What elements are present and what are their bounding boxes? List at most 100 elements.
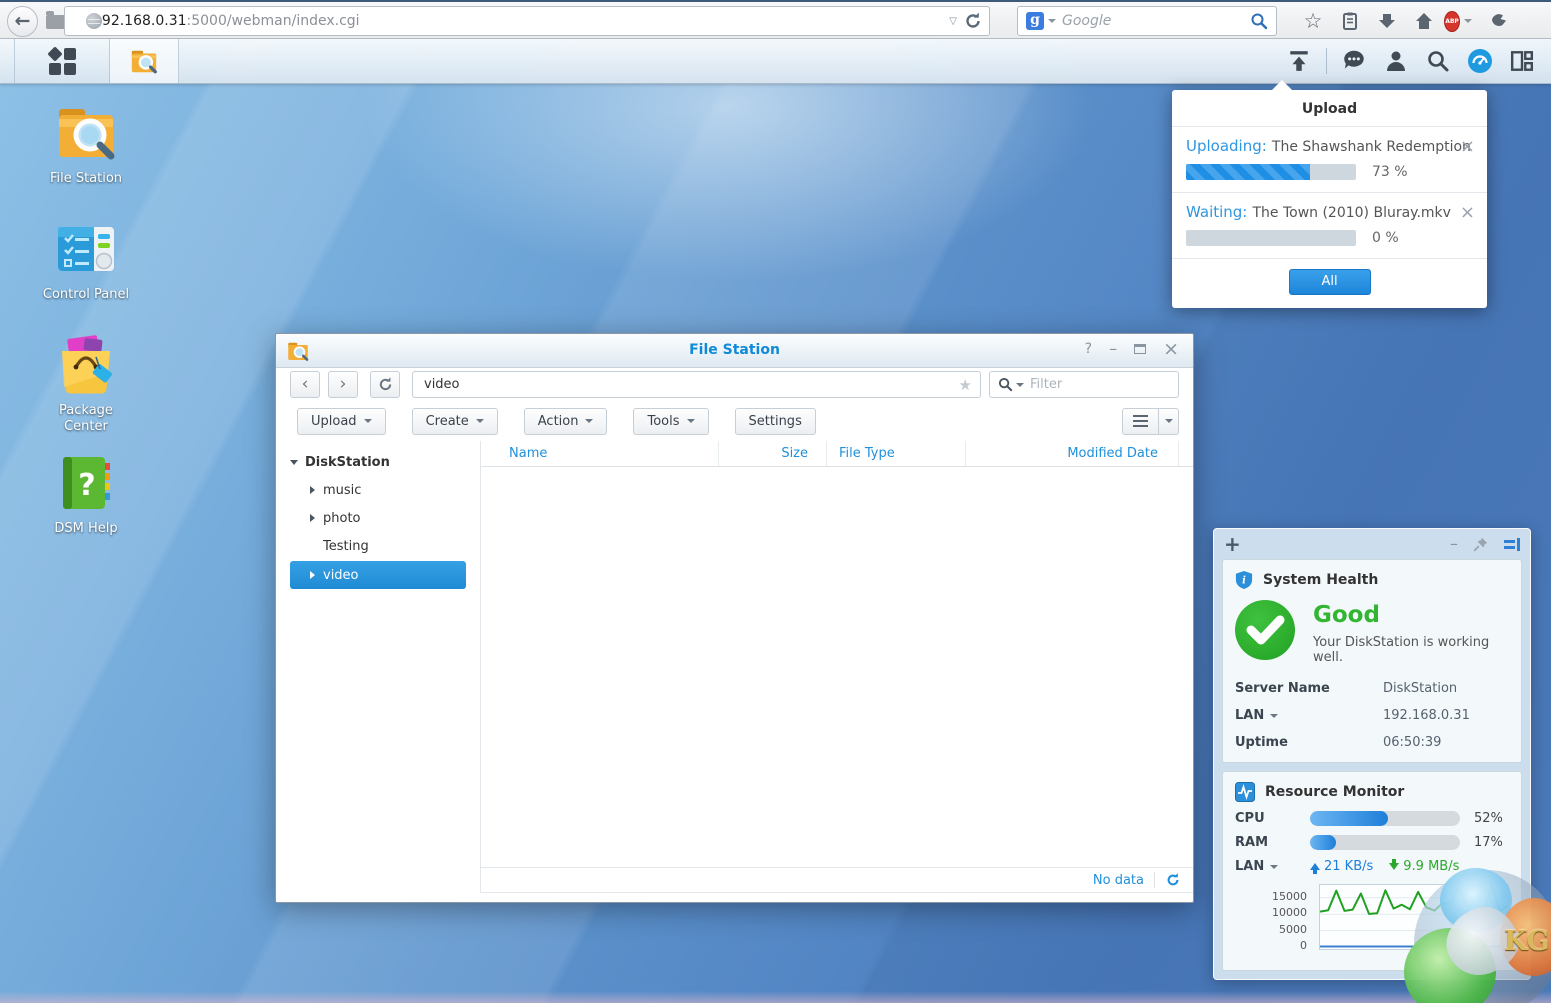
upload-queue-icon[interactable] xyxy=(1284,46,1314,76)
search-go-icon[interactable] xyxy=(1250,12,1268,30)
taskbar-spacer xyxy=(0,39,15,83)
dsm-taskbar xyxy=(0,39,1551,84)
tree-item-testing[interactable]: Testing xyxy=(276,532,480,560)
chart-plot-area xyxy=(1319,884,1509,950)
lan-label[interactable]: LAN xyxy=(1235,859,1310,874)
cancel-upload-icon[interactable]: × xyxy=(1460,204,1475,222)
adblock-caret-icon[interactable] xyxy=(1463,19,1472,23)
file-station-icon xyxy=(54,101,118,165)
upload-all-button[interactable]: All xyxy=(1288,269,1371,295)
desktop-icon-file-station[interactable]: File Station xyxy=(31,101,141,187)
column-header-size[interactable]: Size xyxy=(719,441,827,466)
bookmark-star-icon[interactable]: ☆ xyxy=(1301,9,1325,33)
chart-y-tick-label: 15000 xyxy=(1272,889,1307,903)
tree-item-music[interactable]: music xyxy=(276,476,480,504)
taskbar-file-station-button[interactable] xyxy=(110,39,179,83)
create-menu-button[interactable]: Create xyxy=(411,407,498,435)
column-header-modified-date[interactable]: Modified Date xyxy=(966,441,1179,466)
expand-triangle-icon[interactable] xyxy=(310,486,315,494)
collapse-triangle-icon[interactable] xyxy=(290,459,298,465)
window-titlebar[interactable]: File Station ? – × xyxy=(276,334,1193,368)
bookmarks-sidebar-icon[interactable] xyxy=(1338,9,1362,33)
maximize-button[interactable] xyxy=(1134,344,1147,354)
favorite-star-icon[interactable]: ★ xyxy=(959,376,972,394)
add-widget-button[interactable]: + xyxy=(1224,534,1241,554)
upload-menu-button[interactable]: Upload xyxy=(297,407,386,435)
info-value: 06:50:39 xyxy=(1383,735,1442,750)
tools-menu-button[interactable]: Tools xyxy=(633,407,709,435)
taskbar-separator xyxy=(1326,48,1327,74)
google-logo-icon[interactable]: g xyxy=(1026,12,1044,30)
tree-item-video-selected[interactable]: video xyxy=(290,561,466,589)
network-chart: 15000 10000 5000 0 xyxy=(1235,884,1509,952)
cpu-label: CPU xyxy=(1235,811,1265,826)
desktop-icon-control-panel[interactable]: Control Panel xyxy=(31,217,141,303)
url-dropdown-icon[interactable]: ▽ xyxy=(943,16,963,27)
widgets-icon[interactable] xyxy=(1507,46,1537,76)
downloads-icon[interactable] xyxy=(1375,9,1399,33)
path-input[interactable] xyxy=(424,377,959,392)
file-station-window: File Station ? – × ‹ › ★ xyxy=(275,333,1194,903)
lan-caret-icon[interactable] xyxy=(1270,713,1279,718)
home-icon[interactable] xyxy=(1412,9,1436,33)
status-text: No data xyxy=(1092,872,1144,888)
chart-y-tick-label: 5000 xyxy=(1279,922,1307,936)
cancel-upload-icon[interactable]: × xyxy=(1460,138,1475,156)
site-identity-globe-icon[interactable] xyxy=(86,13,102,29)
filter-search-box[interactable] xyxy=(989,371,1179,398)
action-menu-button[interactable]: Action xyxy=(523,407,608,435)
dock-panel-icon[interactable] xyxy=(1504,537,1520,551)
widget-panel: + – i System Health Good Your DiskStatio… xyxy=(1213,528,1531,980)
tree-item-photo[interactable]: photo xyxy=(276,504,480,532)
help-button[interactable]: ? xyxy=(1085,341,1092,357)
settings-button[interactable]: Settings xyxy=(734,407,816,435)
forward-button[interactable]: › xyxy=(328,371,358,398)
filter-caret-icon[interactable] xyxy=(1016,382,1024,387)
expand-triangle-icon[interactable] xyxy=(310,571,315,579)
close-button[interactable]: × xyxy=(1163,340,1179,359)
search-icon[interactable] xyxy=(1423,46,1453,76)
search-bar[interactable]: g xyxy=(1017,6,1277,36)
main-menu-button[interactable] xyxy=(15,39,110,83)
adblock-icon[interactable]: ABP xyxy=(1444,9,1473,33)
lan-upload: 21 KB/s xyxy=(1310,859,1373,874)
user-options-icon[interactable] xyxy=(1381,46,1411,76)
tab-icon[interactable] xyxy=(46,11,65,29)
browser-back-button[interactable]: ← xyxy=(7,6,38,37)
desktop-icon-label: Package Center xyxy=(59,403,113,434)
expand-triangle-icon[interactable] xyxy=(310,514,315,522)
package-center-icon xyxy=(54,333,118,397)
reload-icon[interactable] xyxy=(963,11,983,31)
upload-progress-track xyxy=(1186,164,1356,180)
resource-monitor-icon xyxy=(1235,782,1255,802)
notification-icon[interactable] xyxy=(1486,9,1510,33)
ram-percent: 17% xyxy=(1474,835,1503,850)
menu-hamburger-icon[interactable] xyxy=(1523,13,1545,29)
minimize-button[interactable]: – xyxy=(1109,341,1117,357)
back-button[interactable]: ‹ xyxy=(290,371,320,398)
pin-icon[interactable] xyxy=(1473,536,1489,552)
minimize-widgets-button[interactable]: – xyxy=(1450,536,1458,552)
list-view-button[interactable] xyxy=(1122,407,1159,435)
info-value: DiskStation xyxy=(1383,681,1458,696)
pilot-view-icon[interactable] xyxy=(1465,46,1495,76)
lan-caret-icon[interactable] xyxy=(1270,864,1279,869)
info-label[interactable]: LAN xyxy=(1235,708,1383,723)
refresh-list-icon[interactable] xyxy=(1165,872,1181,888)
desktop-icon-dsm-help[interactable]: ? DSM Help xyxy=(31,451,141,537)
url-bar[interactable]: 192.168.0.31:5000/webman/index.cgi ▽ xyxy=(64,6,990,36)
tree-item-diskstation[interactable]: DiskStation xyxy=(276,448,480,476)
column-header-name[interactable]: Name xyxy=(481,441,719,466)
browser-toolbar: ← 192.168.0.31:5000/webman/index.cgi ▽ g… xyxy=(0,0,1551,39)
desktop-icon-package-center[interactable]: Package Center xyxy=(31,333,141,435)
search-engine-caret-icon[interactable] xyxy=(1048,19,1056,23)
refresh-button[interactable] xyxy=(370,371,400,398)
path-field[interactable]: ★ xyxy=(412,371,981,398)
desktop-icon-label: Control Panel xyxy=(42,287,130,302)
view-options-dropdown[interactable] xyxy=(1159,407,1179,435)
upload-status: Uploading: xyxy=(1186,137,1267,155)
column-header-file-type[interactable]: File Type xyxy=(827,441,966,466)
notifications-icon[interactable] xyxy=(1339,46,1369,76)
filter-input[interactable] xyxy=(1030,377,1170,392)
search-input[interactable] xyxy=(1062,13,1250,29)
